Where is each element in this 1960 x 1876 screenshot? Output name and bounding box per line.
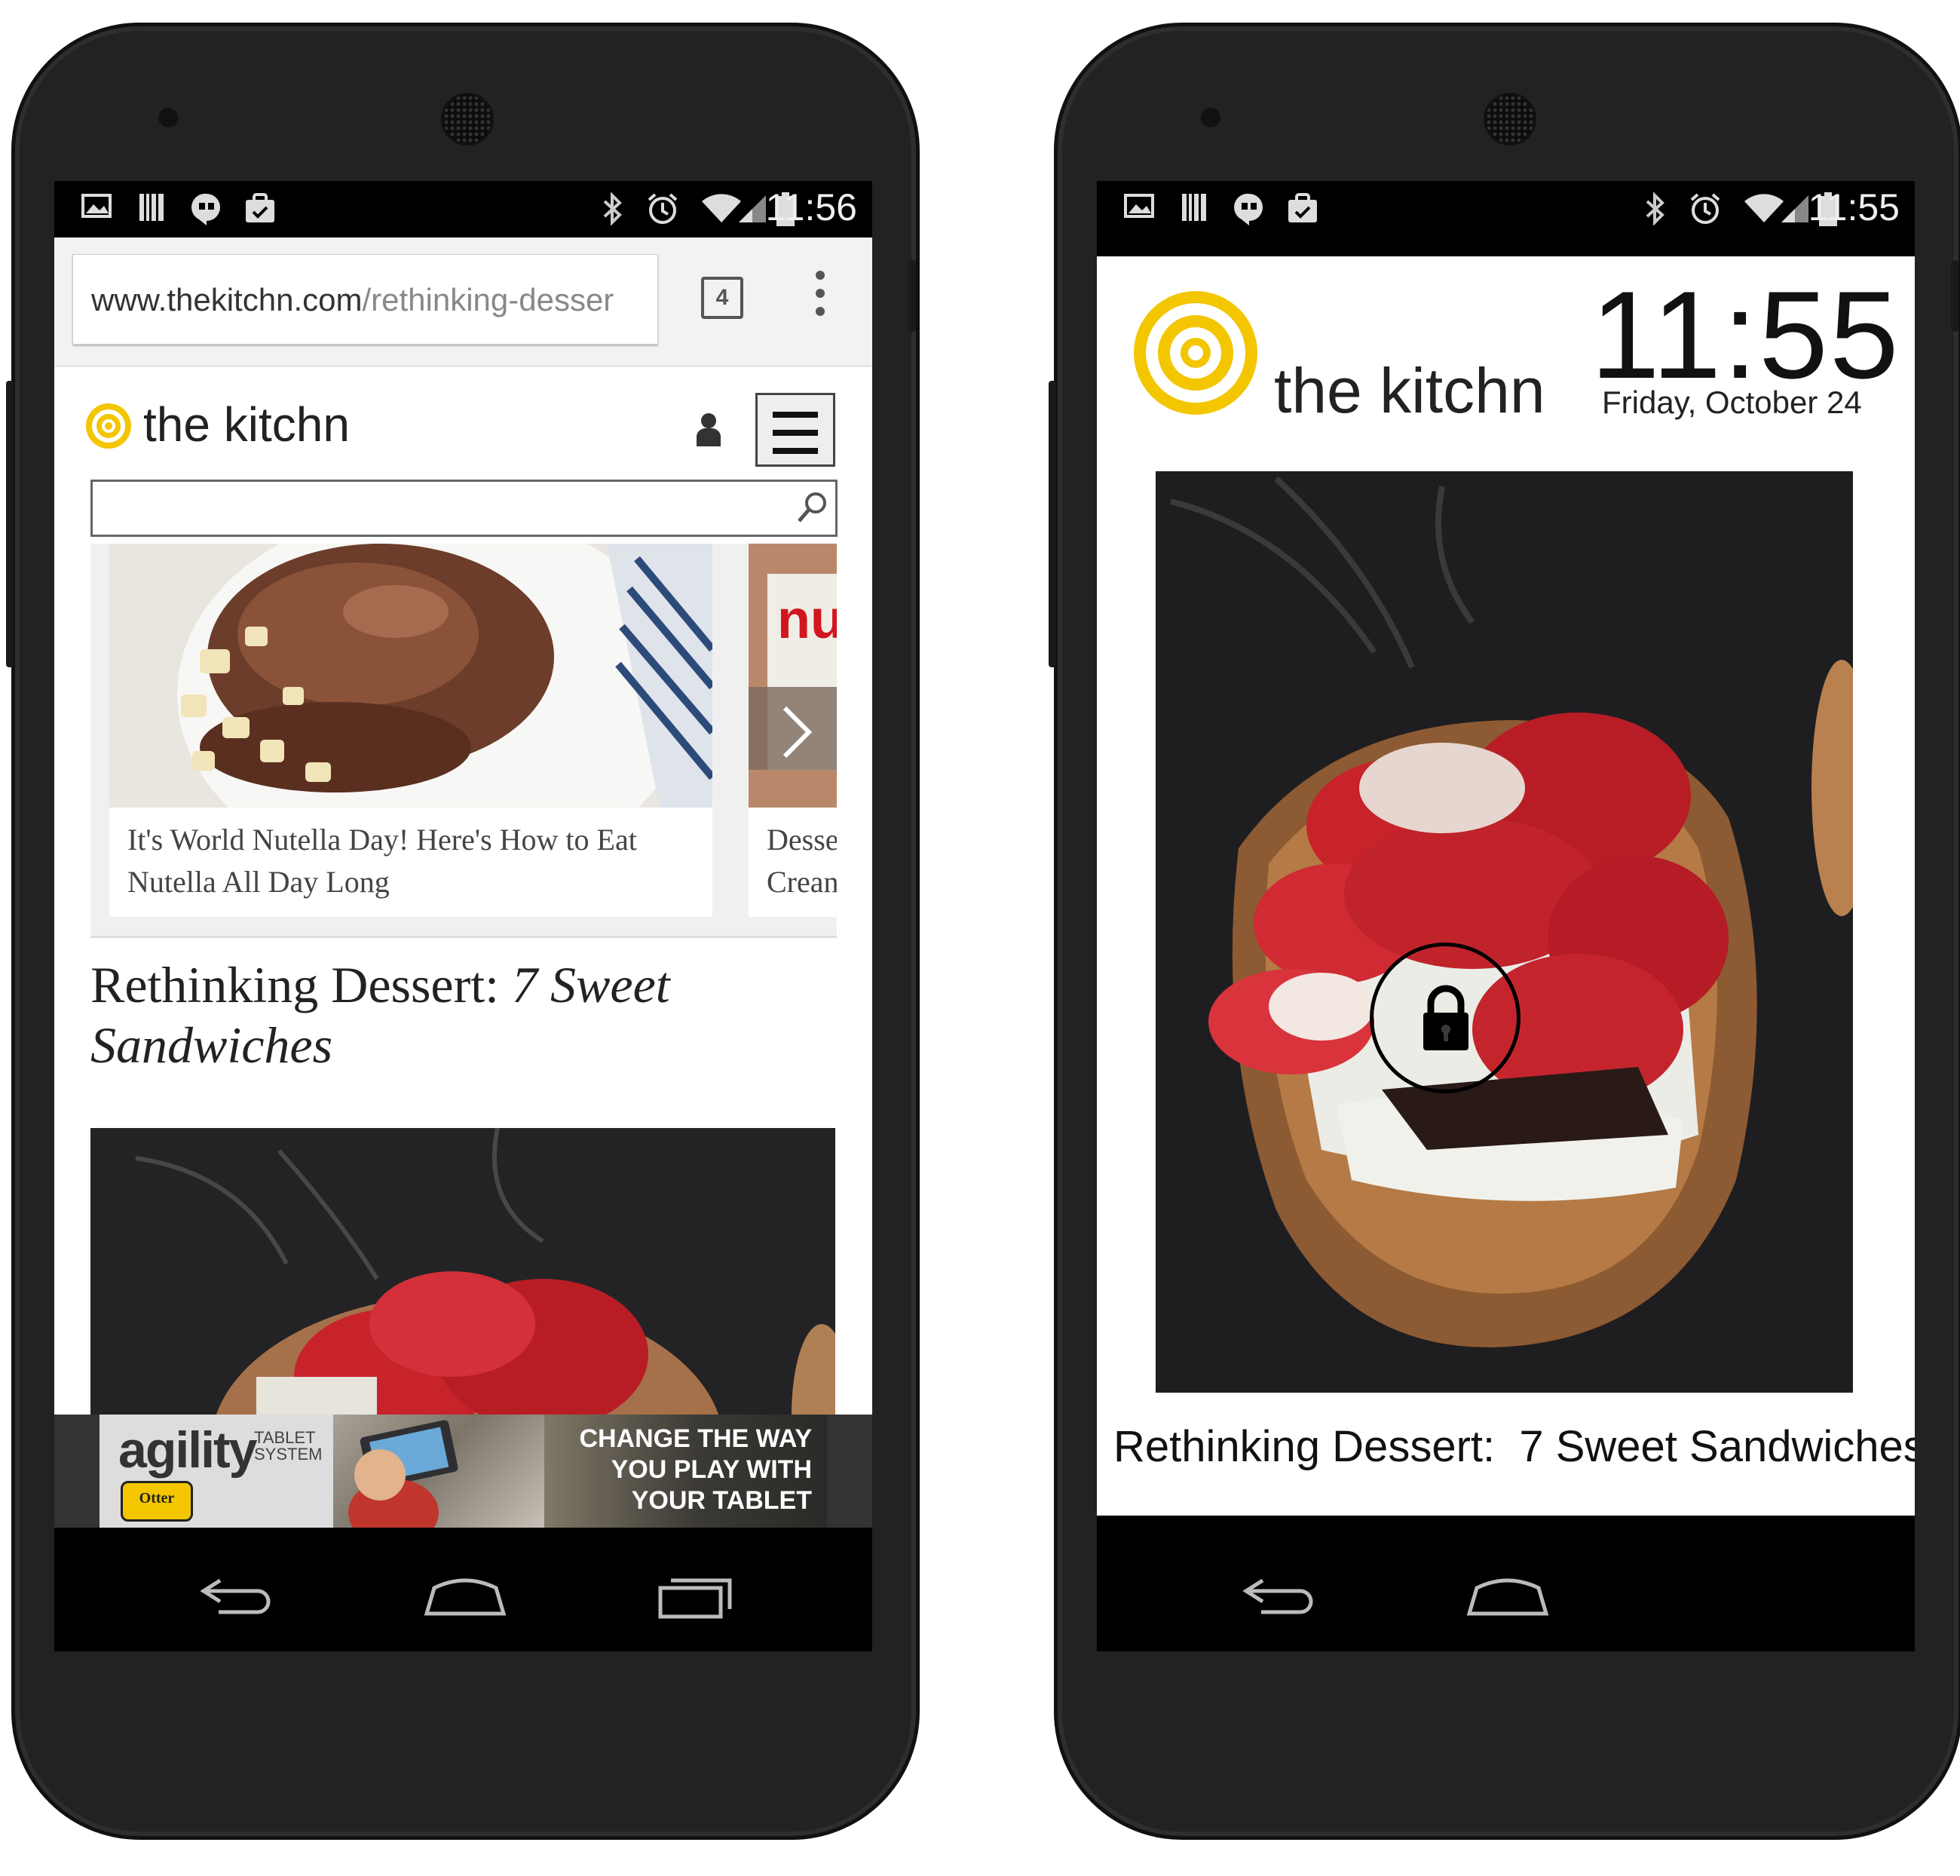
site-name[interactable]: the kitchn (143, 397, 350, 452)
featured-carousel: It's World Nutella Day! Here's How to Ea… (90, 544, 837, 938)
search-icon[interactable] (796, 491, 828, 528)
phone-right: 11:55 the kitchn 11:55 Friday, October 2… (1049, 23, 1960, 1840)
carousel-card[interactable]: It's World Nutella Day! Here's How to Ea… (109, 544, 712, 917)
ad-banner-container: agility TABLET SYSTEM Otter CHANGE THE W… (54, 1415, 872, 1528)
screen: 11:55 the kitchn 11:55 Friday, October 2… (1097, 181, 1915, 1651)
lock-date: Friday, October 24 (1602, 385, 1862, 420)
volume-button (6, 381, 14, 667)
web-page: the kitchn It's World Nutella Day! Here'… (54, 366, 872, 1415)
nutella-gelato-image (109, 544, 712, 883)
signal-icon (1779, 192, 1811, 224)
carousel-card-title: It's World Nutella Day! Here's How to Ea… (127, 823, 637, 899)
lock-icon (1420, 984, 1472, 1056)
url-path: /rethinking-desser (362, 282, 614, 317)
front-camera (158, 108, 178, 127)
signal-icon (737, 192, 768, 224)
url-text: www.thekitchn.com/rethinking-desser (91, 282, 642, 318)
tab-switcher-button[interactable]: 4 (701, 277, 743, 319)
bluetooth-icon (597, 192, 629, 226)
ad-subtitle: TABLET SYSTEM (254, 1428, 323, 1464)
nutella-jar-image: nu (749, 544, 837, 808)
svg-text:nu: nu (777, 590, 837, 650)
status-time: 11:56 (765, 186, 857, 228)
browser-toolbar: www.thekitchn.com/rethinking-desser 4 (54, 238, 872, 367)
url-field[interactable]: www.thekitchn.com/rethinking-desser (72, 254, 658, 345)
nav-bar (54, 1546, 872, 1651)
hangouts-icon (190, 192, 222, 225)
nav-bar (1097, 1546, 1915, 1651)
status-bar: 11:56 (54, 181, 872, 238)
account-icon[interactable] (695, 412, 722, 450)
power-button (908, 260, 916, 332)
home-icon[interactable] (1466, 1574, 1549, 1623)
hangouts-icon (1233, 192, 1264, 225)
phone-left: 11:56 www.thekitchn.com/rethinking-desse… (6, 23, 920, 1840)
lock-screen: the kitchn 11:55 Friday, October 24 Reth… (1097, 256, 1915, 1516)
search-input[interactable] (90, 480, 838, 537)
shopping-bag-icon (1287, 192, 1318, 224)
power-button (1951, 260, 1958, 332)
carousel-next-icon[interactable] (779, 702, 816, 777)
ad-text: CHANGE THE WAY YOU PLAY WITH YOUR TABLET (579, 1424, 812, 1515)
earpiece-speaker (1484, 93, 1536, 146)
earpiece-speaker (441, 93, 494, 146)
ad-badge: Otter (121, 1481, 193, 1522)
hamburger-menu-button[interactable] (755, 393, 835, 467)
ad-brand: agility (118, 1421, 257, 1479)
volume-button (1049, 381, 1056, 667)
url-domain: www.thekitchn.com (91, 282, 363, 317)
alarm-icon (1689, 192, 1720, 224)
front-camera (1201, 108, 1220, 127)
carousel-card[interactable]: nu Desse Crean (749, 544, 837, 917)
back-icon[interactable] (1240, 1574, 1315, 1623)
lockscreen-image (1156, 471, 1853, 1393)
article-title-plain: Rethinking Dessert: (90, 956, 513, 1013)
site-name: the kitchn (1274, 355, 1545, 426)
barcode-icon (136, 192, 167, 224)
barcode-icon (1178, 192, 1210, 224)
status-time: 11:55 (1808, 186, 1900, 228)
article-title: Rethinking Dessert: 7 Sweet Sandwiches (90, 955, 769, 1075)
kitchn-logo-icon (1131, 287, 1266, 426)
back-icon[interactable] (198, 1574, 273, 1623)
overflow-menu-icon[interactable] (816, 271, 826, 325)
carousel-card-title: Desse Crean (767, 823, 837, 899)
kitchn-logo-icon[interactable] (83, 400, 136, 457)
unlock-ring[interactable] (1370, 943, 1521, 1093)
image-icon (81, 192, 112, 224)
status-bar: 11:55 (1097, 181, 1915, 238)
recent-apps-icon[interactable] (657, 1574, 733, 1623)
image-icon (1123, 192, 1155, 224)
screen: 11:56 www.thekitchn.com/rethinking-desse… (54, 181, 872, 1651)
alarm-icon (646, 192, 678, 224)
bluetooth-icon (1640, 192, 1671, 226)
article-hero-image (90, 1128, 835, 1415)
ad-banner[interactable]: agility TABLET SYSTEM Otter CHANGE THE W… (100, 1415, 827, 1528)
home-icon[interactable] (424, 1574, 507, 1623)
shopping-bag-icon (244, 192, 276, 224)
lock-caption: Rethinking Dessert: 7 Sweet Sandwiches (1113, 1422, 1915, 1471)
